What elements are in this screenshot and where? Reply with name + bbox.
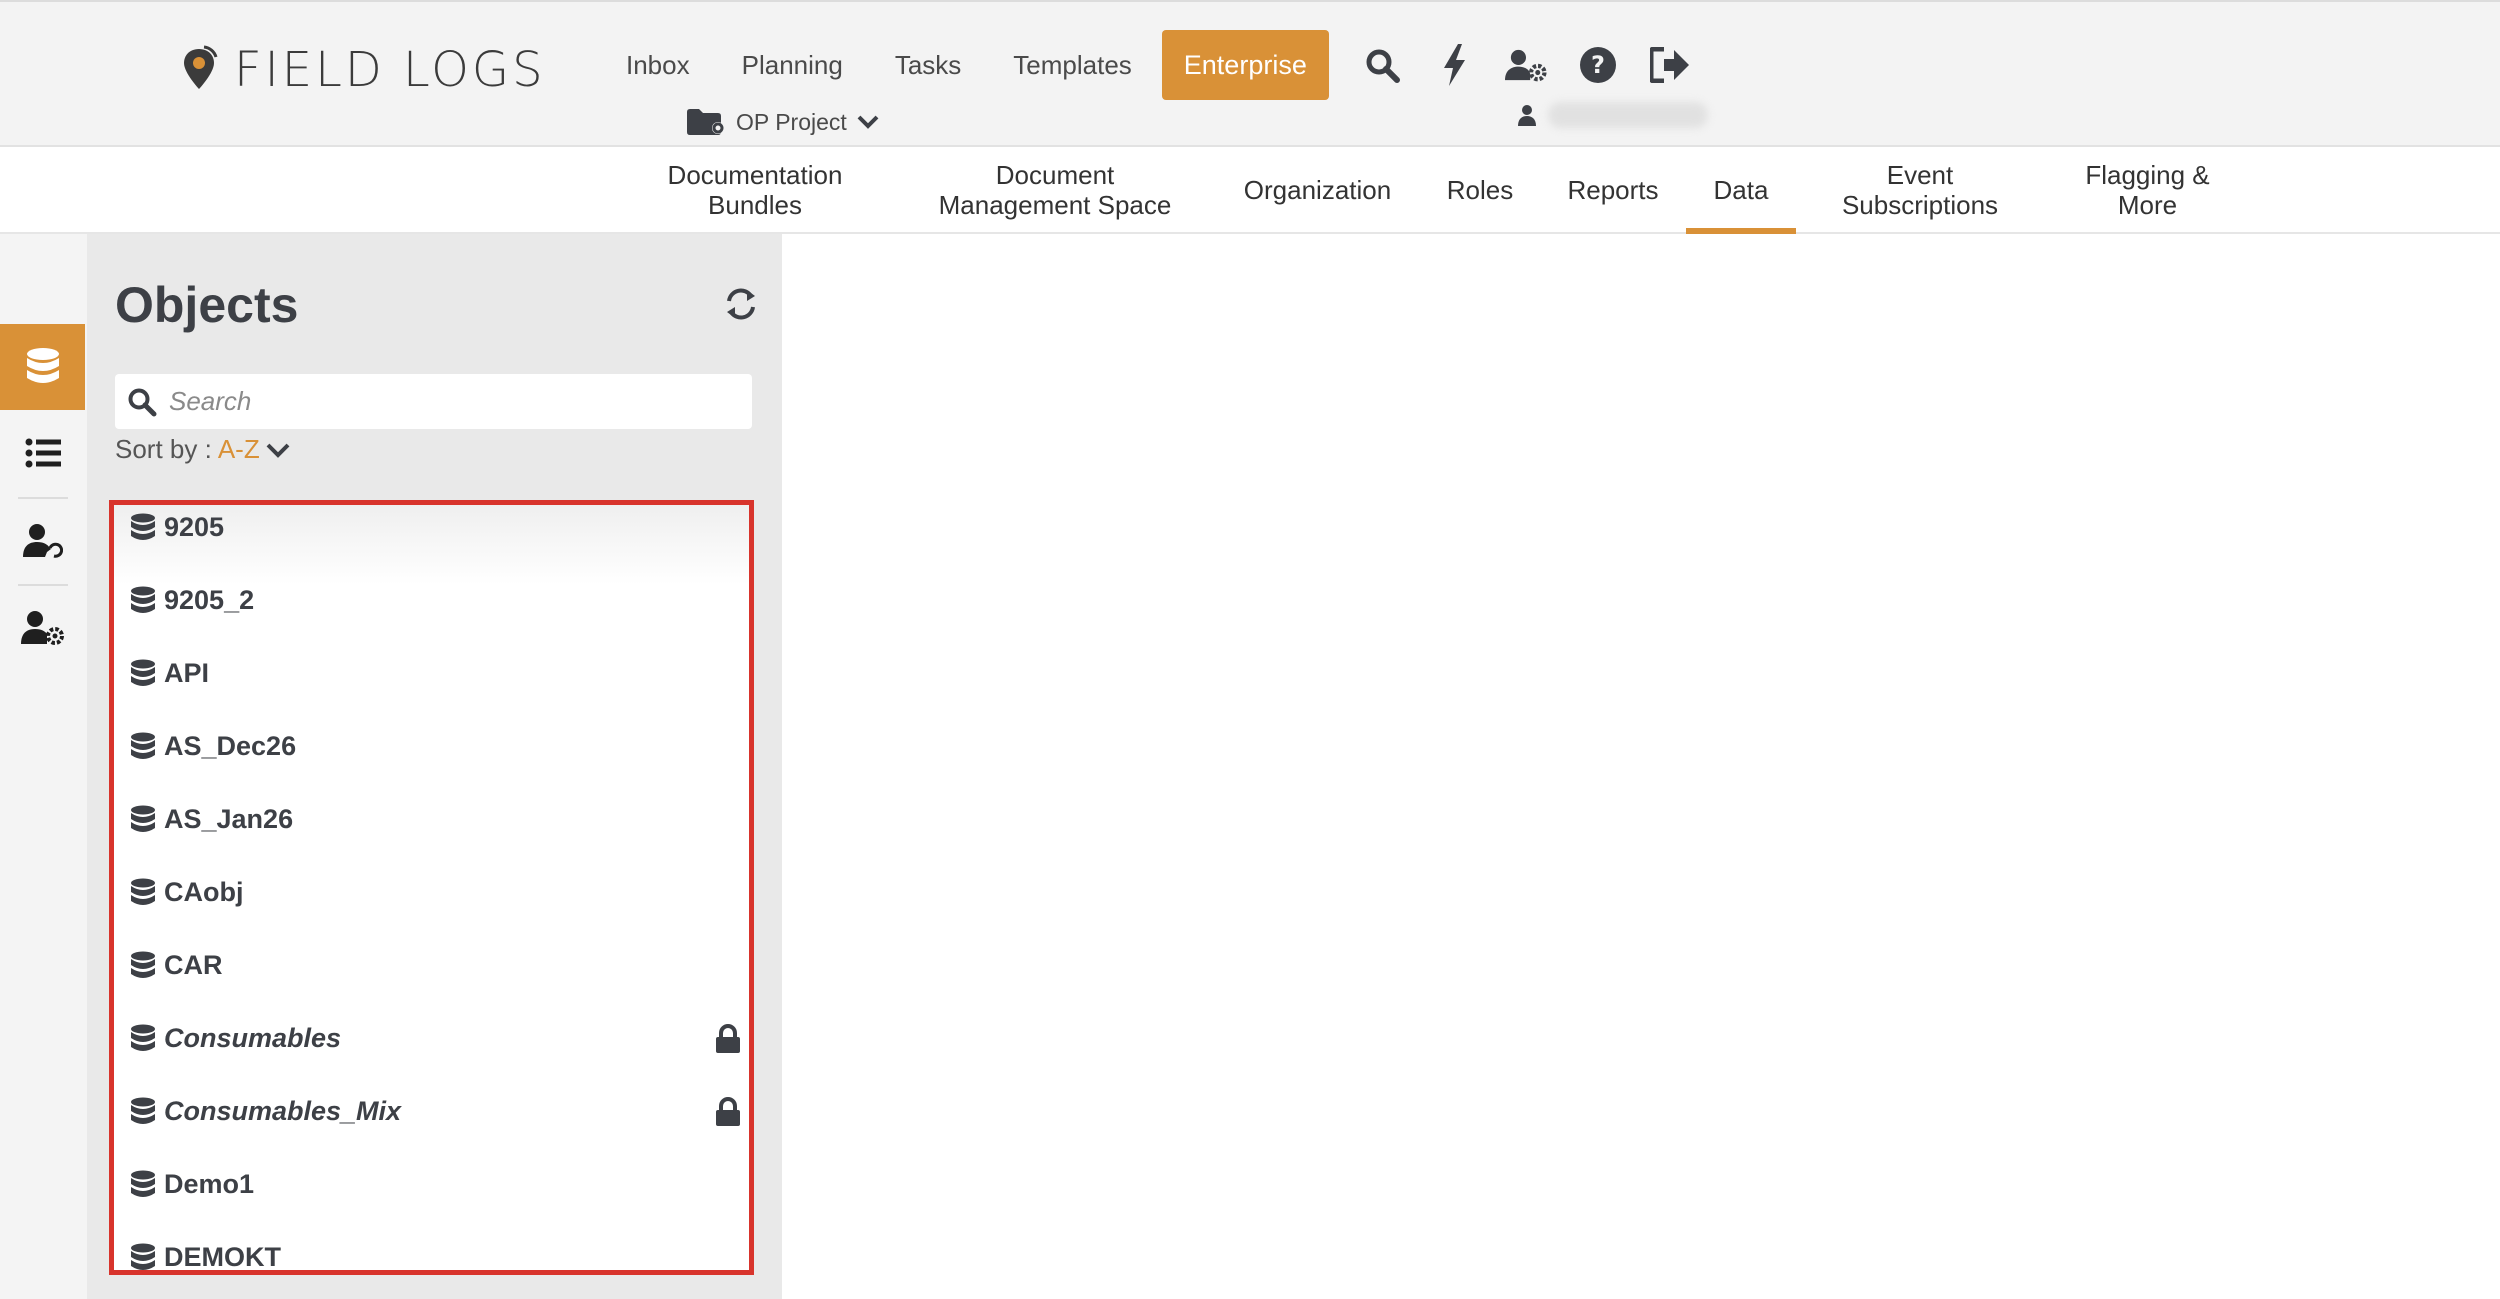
tab-document-management-space[interactable]: Document Management Space — [920, 147, 1190, 232]
objects-search-input[interactable] — [169, 386, 729, 417]
database-icon — [131, 586, 155, 613]
list-item-label: CAobj — [164, 877, 244, 907]
list-item-label: Consumables — [164, 1023, 342, 1053]
sort-value[interactable]: A-Z — [218, 434, 260, 465]
database-icon — [131, 1170, 155, 1197]
user-sync-icon — [22, 524, 63, 558]
help-icon[interactable]: ? — [1577, 44, 1619, 86]
top-header: FIELD LOGS Inbox Planning Tasks Template… — [0, 0, 2500, 147]
logout-icon[interactable] — [1649, 44, 1691, 86]
database-icon — [131, 1024, 155, 1051]
list-item-label: Demo1 — [164, 1169, 255, 1199]
database-icon — [131, 878, 155, 905]
current-user[interactable] — [1518, 102, 1708, 128]
objects-list-inner: 9205 9205_2 API AS_Dec26 AS_Jan26 CAobj CAR Con… — [114, 505, 749, 1270]
tab-flagging-and-more[interactable]: Flagging & More — [2060, 147, 2235, 232]
svg-text:?: ? — [1591, 51, 1605, 79]
database-icon — [131, 951, 155, 978]
list-item[interactable]: 9205 — [114, 505, 749, 564]
list-item-label: 9205_2 — [164, 585, 255, 615]
bolt-icon[interactable] — [1433, 44, 1475, 86]
objects-search — [115, 374, 752, 429]
list-item[interactable]: AS_Dec26 — [114, 710, 749, 783]
nav-enterprise-button[interactable]: Enterprise — [1161, 30, 1329, 100]
objects-title: Objects — [115, 277, 299, 333]
list-item-label: AS_Dec26 — [164, 731, 297, 761]
list-item[interactable]: CAR — [114, 929, 749, 1002]
database-icon — [131, 732, 155, 759]
nav-planning[interactable]: Planning — [716, 50, 869, 81]
list-icon — [25, 438, 61, 468]
list-item[interactable]: API — [114, 637, 749, 710]
list-item-label: DEMOKT — [164, 1242, 281, 1272]
lock-icon — [716, 1023, 740, 1053]
folder-settings-icon — [687, 109, 724, 135]
list-item[interactable]: AS_Jan26 — [114, 783, 749, 856]
list-item-label: AS_Jan26 — [164, 804, 294, 834]
search-icon — [128, 388, 157, 416]
rail-item-objects[interactable] — [0, 324, 85, 410]
search-icon[interactable] — [1361, 44, 1403, 86]
tab-reports[interactable]: Reports — [1552, 147, 1674, 232]
user-gear-icon — [20, 611, 64, 645]
location-pin-logo-icon — [184, 45, 218, 89]
database-icon — [131, 659, 155, 686]
database-icon — [26, 348, 59, 383]
tab-event-subscriptions[interactable]: Event Subscriptions — [1820, 147, 2020, 232]
objects-list[interactable]: 9205 9205_2 API AS_Dec26 AS_Jan26 CAobj CAR Con… — [109, 500, 754, 1275]
tab-roles[interactable]: Roles — [1430, 147, 1530, 232]
list-item-label: API — [164, 658, 210, 688]
main-nav: Inbox Planning Tasks Templates Enterpris… — [600, 30, 1691, 100]
objects-panel: Objects Sort by : A-Z 9205 9205_2 API AS_De… — [87, 234, 782, 1299]
chevron-down-icon — [857, 115, 879, 129]
nav-tasks[interactable]: Tasks — [869, 50, 987, 81]
nav-inbox[interactable]: Inbox — [600, 50, 716, 81]
database-icon — [131, 1243, 155, 1270]
lock-icon — [716, 1096, 740, 1126]
tab-documentation-bundles[interactable]: Documentation Bundles — [640, 147, 870, 232]
database-icon — [131, 805, 155, 832]
tab-organization[interactable]: Organization — [1225, 147, 1410, 232]
list-item[interactable]: DEMOKT — [114, 1221, 749, 1272]
settings-tabbar: Documentation Bundles Document Managemen… — [0, 147, 2500, 234]
project-selector[interactable]: OP Project — [686, 108, 879, 136]
user-icon — [1518, 105, 1536, 126]
rail-item-user-sync[interactable] — [0, 498, 85, 584]
sort-control: Sort by : A-Z — [115, 434, 290, 465]
list-item[interactable]: Consumables — [114, 1002, 749, 1075]
refresh-icon[interactable] — [723, 286, 759, 322]
list-item-label: Consumables_Mix — [164, 1096, 402, 1126]
database-icon — [131, 1097, 155, 1124]
sort-label: Sort by : — [115, 434, 212, 464]
user-settings-icon[interactable] — [1504, 44, 1547, 86]
chevron-down-icon[interactable] — [266, 441, 290, 459]
list-item[interactable]: Demo1 — [114, 1148, 749, 1221]
rail-item-lists[interactable] — [0, 410, 85, 496]
app-logo[interactable]: FIELD LOGS — [180, 40, 546, 100]
list-item-label: 9205 — [164, 512, 225, 542]
brand-name: FIELD LOGS — [234, 42, 546, 98]
side-rail — [0, 234, 87, 1299]
user-name-redacted — [1548, 102, 1708, 128]
nav-icon-group: ? — [1361, 44, 1691, 86]
list-item-label: CAR — [164, 950, 223, 980]
rail-item-user-settings[interactable] — [0, 585, 85, 671]
nav-templates[interactable]: Templates — [987, 50, 1158, 81]
list-item[interactable]: Consumables_Mix — [114, 1075, 749, 1148]
tab-data[interactable]: Data — [1686, 147, 1796, 234]
list-item[interactable]: 9205_2 — [114, 564, 749, 637]
project-name: OP Project — [736, 108, 847, 135]
list-item[interactable]: CAobj — [114, 856, 749, 929]
database-icon — [131, 513, 155, 540]
